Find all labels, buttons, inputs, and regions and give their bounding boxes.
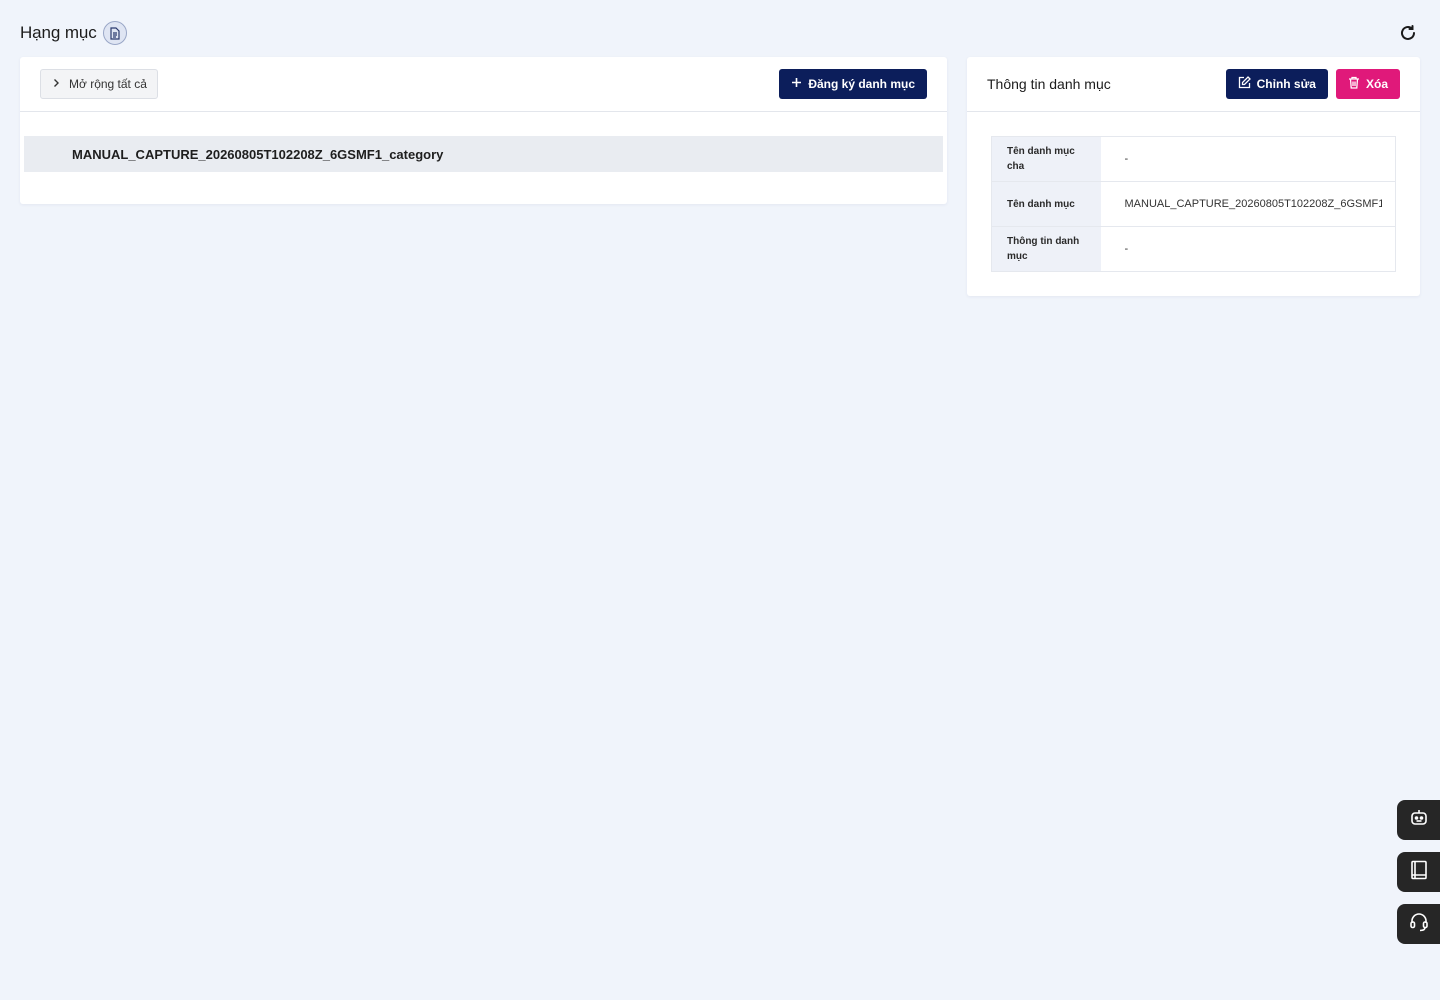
expand-all-label: Mở rộng tất cả	[69, 77, 147, 91]
tree-item-label: MANUAL_CAPTURE_20260805T102208Z_6GSMF1_c…	[72, 146, 444, 162]
delete-label: Xóa	[1365, 77, 1388, 91]
info-value: -	[1100, 136, 1396, 182]
info-value: MANUAL_CAPTURE_20260805T102208Z_6GSMF1_c…	[1100, 181, 1396, 227]
info-value-text: -	[1124, 243, 1129, 255]
register-category-label: Đăng ký danh mục	[808, 77, 915, 91]
support-button[interactable]	[1397, 904, 1440, 944]
register-category-button[interactable]: Đăng ký danh mục	[779, 69, 927, 99]
expand-all-button[interactable]: Mở rộng tất cả	[40, 69, 158, 99]
info-row-category-name: Tên danh mục MANUAL_CAPTURE_20260805T102…	[991, 181, 1396, 227]
manual-book-button[interactable]	[1397, 852, 1440, 892]
detail-toolbar: Thông tin danh mục Chỉnh sửa Xóa	[967, 57, 1420, 112]
document-icon[interactable]	[102, 21, 127, 45]
category-detail-panel: Thông tin danh mục Chỉnh sửa Xóa Tên dan…	[967, 57, 1420, 296]
info-label: Tên danh mục cha	[991, 136, 1101, 182]
info-label: Tên danh mục	[991, 181, 1101, 227]
info-value-text: MANUAL_CAPTURE_20260805T102208Z_6GSMF1_c…	[1124, 198, 1382, 210]
detail-actions: Chỉnh sửa Xóa	[1225, 69, 1400, 99]
manual-book-icon	[1410, 860, 1428, 885]
refresh-icon[interactable]	[1398, 23, 1418, 43]
info-label: Thông tin danh mục	[991, 226, 1101, 272]
detail-body: Tên danh mục cha - Tên danh mục MANUAL_C…	[967, 112, 1420, 296]
edit-label: Chỉnh sửa	[1256, 77, 1316, 91]
category-info-table: Tên danh mục cha - Tên danh mục MANUAL_C…	[991, 136, 1396, 272]
tree-toolbar: Mở rộng tất cả Đăng ký danh mục	[20, 57, 947, 112]
info-value-text: -	[1124, 153, 1129, 165]
chevron-right-icon	[51, 77, 61, 91]
page-title: Hạng mục	[20, 23, 97, 42]
info-value: -	[1101, 227, 1396, 272]
chatbot-button[interactable]	[1397, 800, 1440, 840]
trash-icon	[1348, 76, 1360, 92]
info-row-category-info: Thông tin danh mục -	[991, 226, 1396, 272]
detail-title: Thông tin danh mục	[987, 76, 1111, 92]
chatbot-icon	[1409, 808, 1429, 833]
page-header: Hạng mục	[20, 19, 1420, 47]
category-tree-panel: Mở rộng tất cả Đăng ký danh mục MANUAL_C…	[20, 57, 947, 204]
info-row-parent-name: Tên danh mục cha -	[991, 136, 1396, 182]
edit-button[interactable]: Chỉnh sửa	[1225, 69, 1328, 99]
edit-icon	[1238, 76, 1251, 92]
tree-item[interactable]: MANUAL_CAPTURE_20260805T102208Z_6GSMF1_c…	[24, 136, 943, 172]
delete-button[interactable]: Xóa	[1335, 69, 1400, 99]
headset-support-icon	[1409, 912, 1429, 937]
category-tree: MANUAL_CAPTURE_20260805T102208Z_6GSMF1_c…	[20, 112, 947, 172]
plus-icon	[791, 77, 802, 91]
